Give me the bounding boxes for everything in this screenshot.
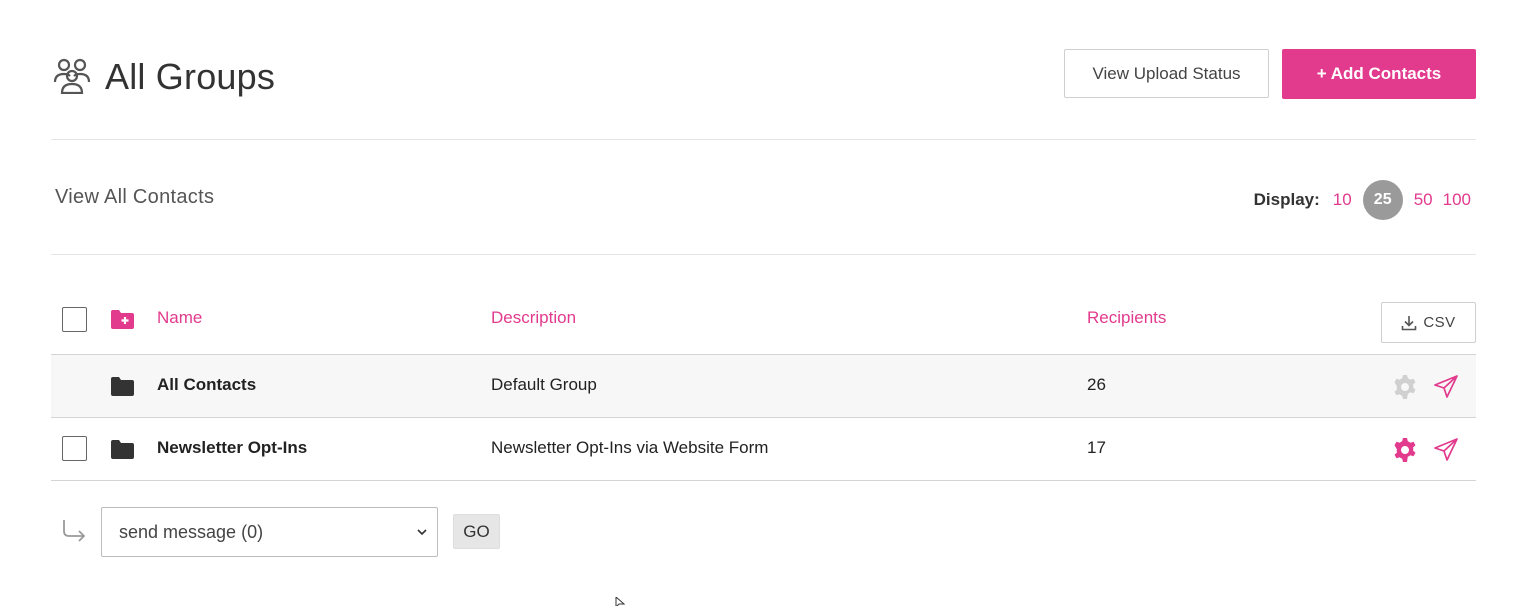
group-name[interactable]: All Contacts [157, 375, 256, 395]
display-option-50[interactable]: 50 [1414, 190, 1433, 210]
group-recipients: 26 [1087, 375, 1106, 394]
row-checkbox[interactable] [62, 436, 87, 461]
header-divider [51, 139, 1476, 140]
table-header: Name Description Recipients CSV [51, 292, 1476, 355]
page-title: All Groups [105, 56, 276, 97]
table-row: Newsletter Opt-Ins Newsletter Opt-Ins vi… [51, 418, 1476, 481]
chevron-down-icon [417, 529, 427, 536]
page-header: All Groups View Upload Status + Add Cont… [51, 48, 1476, 100]
corner-arrow-icon [63, 520, 86, 542]
csv-export-button[interactable]: CSV [1381, 302, 1476, 343]
gear-icon[interactable] [1392, 374, 1418, 400]
display-count-selector: Display: 10 25 50 100 [1254, 180, 1476, 220]
folder-icon [111, 377, 134, 396]
gear-icon[interactable] [1392, 437, 1418, 463]
group-name[interactable]: Newsletter Opt-Ins [157, 438, 307, 458]
display-option-10[interactable]: 10 [1333, 190, 1352, 210]
display-label: Display: [1253, 190, 1320, 209]
add-contacts-button[interactable]: + Add Contacts [1282, 49, 1476, 99]
download-icon [1402, 315, 1417, 330]
view-all-contacts-title: View All Contacts [55, 186, 215, 208]
group-recipients: 17 [1087, 438, 1106, 457]
mouse-cursor-icon [615, 597, 626, 606]
group-description: Newsletter Opt-Ins via Website Form [491, 438, 769, 457]
bulk-action-selected-value: send message (0) [119, 521, 264, 542]
section-divider [51, 254, 1476, 255]
groups-icon [53, 58, 91, 94]
send-message-icon[interactable] [1433, 437, 1459, 463]
folder-icon [111, 440, 134, 459]
groups-table: Name Description Recipients CSV All Cont… [51, 292, 1476, 481]
table-row: All Contacts Default Group 26 [51, 355, 1476, 418]
csv-label: CSV [1423, 314, 1456, 331]
view-upload-status-button[interactable]: View Upload Status [1064, 49, 1269, 98]
send-message-icon[interactable] [1433, 374, 1459, 400]
display-option-25[interactable]: 25 [1362, 180, 1403, 220]
bulk-action-select[interactable]: send message (0) [101, 507, 438, 557]
bulk-action-bar: send message (0) GO [51, 507, 551, 557]
display-option-100[interactable]: 100 [1443, 190, 1471, 210]
go-button[interactable]: GO [453, 514, 500, 549]
add-folder-icon[interactable] [111, 309, 134, 329]
group-description: Default Group [491, 375, 597, 394]
column-header-description[interactable]: Description [491, 308, 576, 328]
column-header-recipients[interactable]: Recipients [1087, 308, 1166, 328]
column-header-name[interactable]: Name [157, 308, 202, 328]
select-all-checkbox[interactable] [62, 307, 87, 332]
